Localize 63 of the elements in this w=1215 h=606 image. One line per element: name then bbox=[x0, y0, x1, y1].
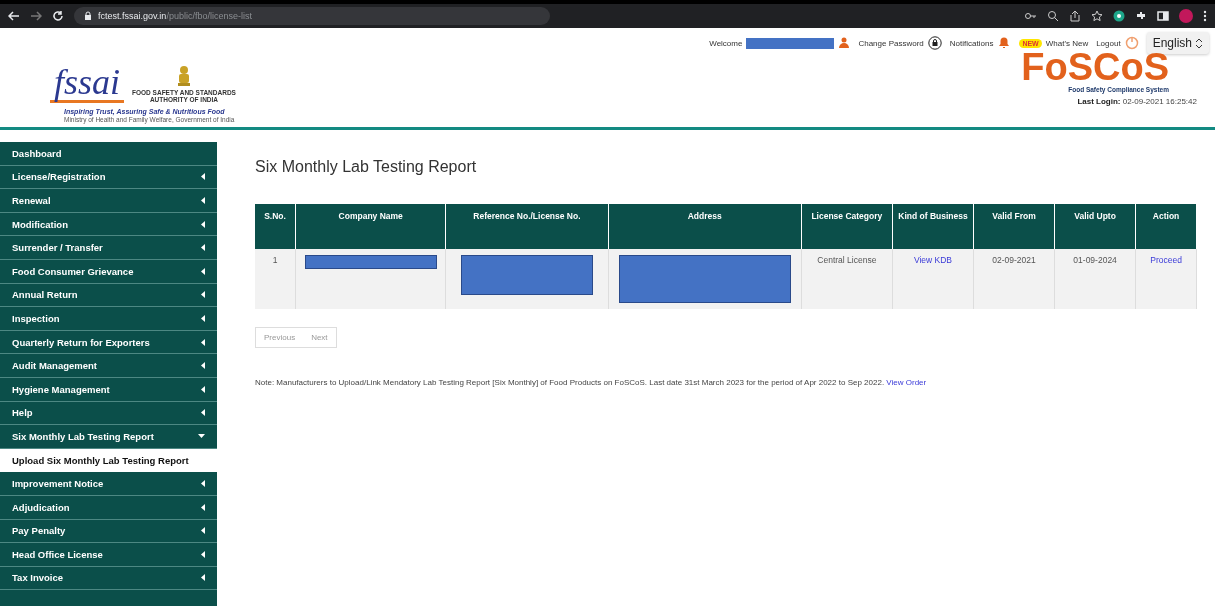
power-icon bbox=[1124, 36, 1139, 50]
table-cell: 1 bbox=[255, 249, 296, 309]
star-icon[interactable] bbox=[1091, 10, 1103, 22]
sidebar-item[interactable]: Quarterly Return for Exporters bbox=[0, 330, 217, 355]
welcome-label: Welcome bbox=[709, 38, 743, 48]
zoom-icon[interactable] bbox=[1047, 10, 1059, 22]
table-link[interactable]: View KDB bbox=[913, 255, 953, 265]
sidebar-item[interactable]: Help bbox=[0, 401, 217, 426]
header-link[interactable]: Change Password bbox=[858, 36, 942, 50]
sidebar-subitem[interactable]: Upload Six Monthly Lab Testing Report bbox=[0, 448, 217, 473]
sidebar-item[interactable]: Hygiene Management bbox=[0, 377, 217, 402]
sidebar-item[interactable]: Improvement Notice bbox=[0, 472, 217, 496]
column-header: S.No. bbox=[255, 204, 296, 249]
key-icon[interactable] bbox=[1025, 10, 1037, 22]
sidebar-item[interactable]: Six Monthly Lab Testing Report bbox=[0, 425, 217, 449]
note-text: Note: Manufacturers to Upload/Link Mendatory Lab Testing Report [Six Monthly] of Food Products on FoSCoS. Last date 31st March 2023 for the period of Apr 2022 to Sep 2022. View Order bbox=[255, 378, 928, 387]
reload-icon[interactable] bbox=[52, 10, 64, 22]
back-icon[interactable] bbox=[8, 10, 20, 22]
sidebar-item[interactable]: Dashboard bbox=[0, 142, 217, 166]
profile-avatar[interactable] bbox=[1179, 9, 1193, 23]
sidebar-item[interactable]: Pay Penalty bbox=[0, 519, 217, 544]
bell-icon bbox=[997, 36, 1012, 50]
side-panel-icon[interactable] bbox=[1157, 10, 1169, 22]
last-login: Last Login: 02-09-2021 16:25:42 bbox=[1077, 97, 1197, 106]
fssai-logo: fssai bbox=[50, 64, 125, 103]
lock-icon bbox=[84, 11, 92, 21]
sidebar-item[interactable]: Food Consumer Grievance bbox=[0, 259, 217, 284]
column-header: Reference No./License No. bbox=[445, 204, 608, 249]
language-select[interactable]: English bbox=[1146, 32, 1209, 54]
table-cell: 02-09-2021 bbox=[973, 249, 1055, 309]
extension-icon[interactable] bbox=[1113, 10, 1125, 22]
emblem-icon bbox=[175, 65, 192, 87]
view-order-link[interactable]: View Order bbox=[886, 378, 927, 387]
sidebar-item[interactable]: Inspection bbox=[0, 307, 217, 331]
column-header: Kind of Business bbox=[892, 204, 974, 249]
user-icon[interactable] bbox=[838, 37, 851, 49]
chevron-icon bbox=[1195, 37, 1203, 49]
column-header: Valid From bbox=[973, 204, 1055, 249]
sidebar-item[interactable]: Tax Invoice bbox=[0, 566, 217, 591]
table-cell: Central License bbox=[801, 249, 893, 309]
sidebar-item[interactable]: Modification bbox=[0, 212, 217, 237]
sidebar-item[interactable]: Annual Return bbox=[0, 283, 217, 308]
lock-icon bbox=[927, 36, 942, 50]
table-link[interactable]: Proceed bbox=[1150, 255, 1182, 265]
page-title: Six Monthly Lab Testing Report bbox=[255, 158, 478, 176]
header-link[interactable]: Notifications bbox=[949, 36, 1012, 50]
sidebar-item[interactable]: Adjudication bbox=[0, 495, 217, 520]
column-header: Valid Upto bbox=[1054, 204, 1136, 249]
header-link[interactable]: Logout bbox=[1096, 36, 1139, 50]
sidebar-item[interactable]: Surrender / Transfer bbox=[0, 236, 217, 260]
sidebar-item[interactable]: Renewal bbox=[0, 189, 217, 213]
column-header: Company Name bbox=[295, 204, 446, 249]
sidebar-item[interactable]: License/Registration bbox=[0, 165, 217, 190]
table-cell: 01-09-2024 bbox=[1054, 249, 1136, 309]
share-icon[interactable] bbox=[1069, 10, 1081, 22]
sidebar-item[interactable]: Audit Management bbox=[0, 354, 217, 378]
column-header: Action bbox=[1135, 204, 1197, 249]
forward-icon[interactable] bbox=[30, 10, 42, 22]
column-header: Address bbox=[608, 204, 802, 249]
puzzle-icon[interactable] bbox=[1135, 10, 1147, 22]
menu-icon[interactable] bbox=[1203, 10, 1207, 22]
sidebar-item[interactable]: Head Office License bbox=[0, 543, 217, 567]
column-header: License Category bbox=[801, 204, 893, 249]
